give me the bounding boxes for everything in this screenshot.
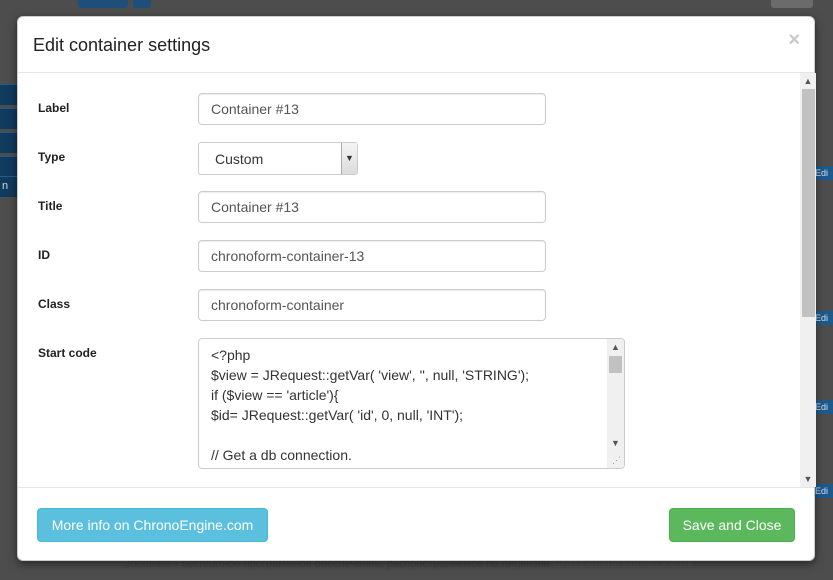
save-and-close-button[interactable]: Save and Close [669, 508, 795, 542]
scroll-up-icon[interactable]: ▲ [800, 73, 816, 89]
start-code-content: <?php $view = JRequest::getVar( 'view', … [211, 347, 530, 463]
title-field-label: Title [38, 199, 63, 213]
background-toolbar-button [78, 0, 128, 8]
background-edit-label: Edi [813, 311, 833, 325]
modal-header: Edit container settings × [18, 17, 814, 73]
scroll-up-icon[interactable]: ▲ [607, 339, 624, 355]
type-field-label: Type [38, 150, 66, 164]
background-toolbar-button-small [133, 0, 151, 8]
label-input[interactable]: Container #13 [198, 93, 546, 125]
modal-body-scrollbar[interactable]: ▲ ▼ [800, 73, 816, 487]
modal-body: Label Container #13 Type Custom ▼ Title … [18, 73, 816, 487]
class-input[interactable]: chronoform-container [198, 289, 546, 321]
scroll-down-icon[interactable]: ▼ [800, 471, 816, 487]
background-nav-item [0, 156, 17, 177]
chevron-down-icon[interactable]: ▼ [341, 143, 357, 174]
type-select-value: Custom [215, 151, 264, 167]
start-code-textarea[interactable]: <?php $view = JRequest::getVar( 'view', … [198, 338, 625, 469]
background-edit-label: Edi [813, 484, 833, 498]
class-field-label: Class [38, 297, 71, 311]
background-nav-label: n [2, 180, 9, 192]
modal-scroll-thumb[interactable] [802, 89, 815, 317]
scroll-down-icon[interactable]: ▼ [607, 435, 624, 451]
textarea-scrollbar[interactable]: ▲ ▼ [607, 339, 624, 468]
close-icon[interactable]: × [788, 30, 800, 50]
textarea-scroll-thumb[interactable] [609, 356, 622, 373]
id-field-label: ID [38, 248, 50, 262]
more-info-button[interactable]: More info on ChronoEngine.com [37, 508, 268, 542]
type-select[interactable]: Custom ▼ [198, 142, 358, 175]
edit-container-dialog: Edit container settings × Label Containe… [17, 16, 816, 561]
title-input[interactable]: Container #13 [198, 191, 546, 223]
modal-footer: More info on ChronoEngine.com Save and C… [18, 487, 814, 560]
start-code-field-label: Start code [38, 346, 97, 360]
background-nav-item [0, 108, 17, 129]
background-edit-label: Edi [813, 400, 833, 414]
background-edit-label: Edi [813, 166, 833, 180]
resize-grip-icon[interactable]: ⋰ [612, 455, 621, 466]
background-settings-button [771, 0, 813, 8]
background-nav-item [0, 84, 17, 105]
id-input[interactable]: chronoform-container-13 [198, 240, 546, 272]
modal-title: Edit container settings [33, 35, 211, 55]
background-nav-item: n [0, 176, 17, 197]
label-field-label: Label [38, 101, 70, 115]
background-nav-item [0, 132, 17, 153]
